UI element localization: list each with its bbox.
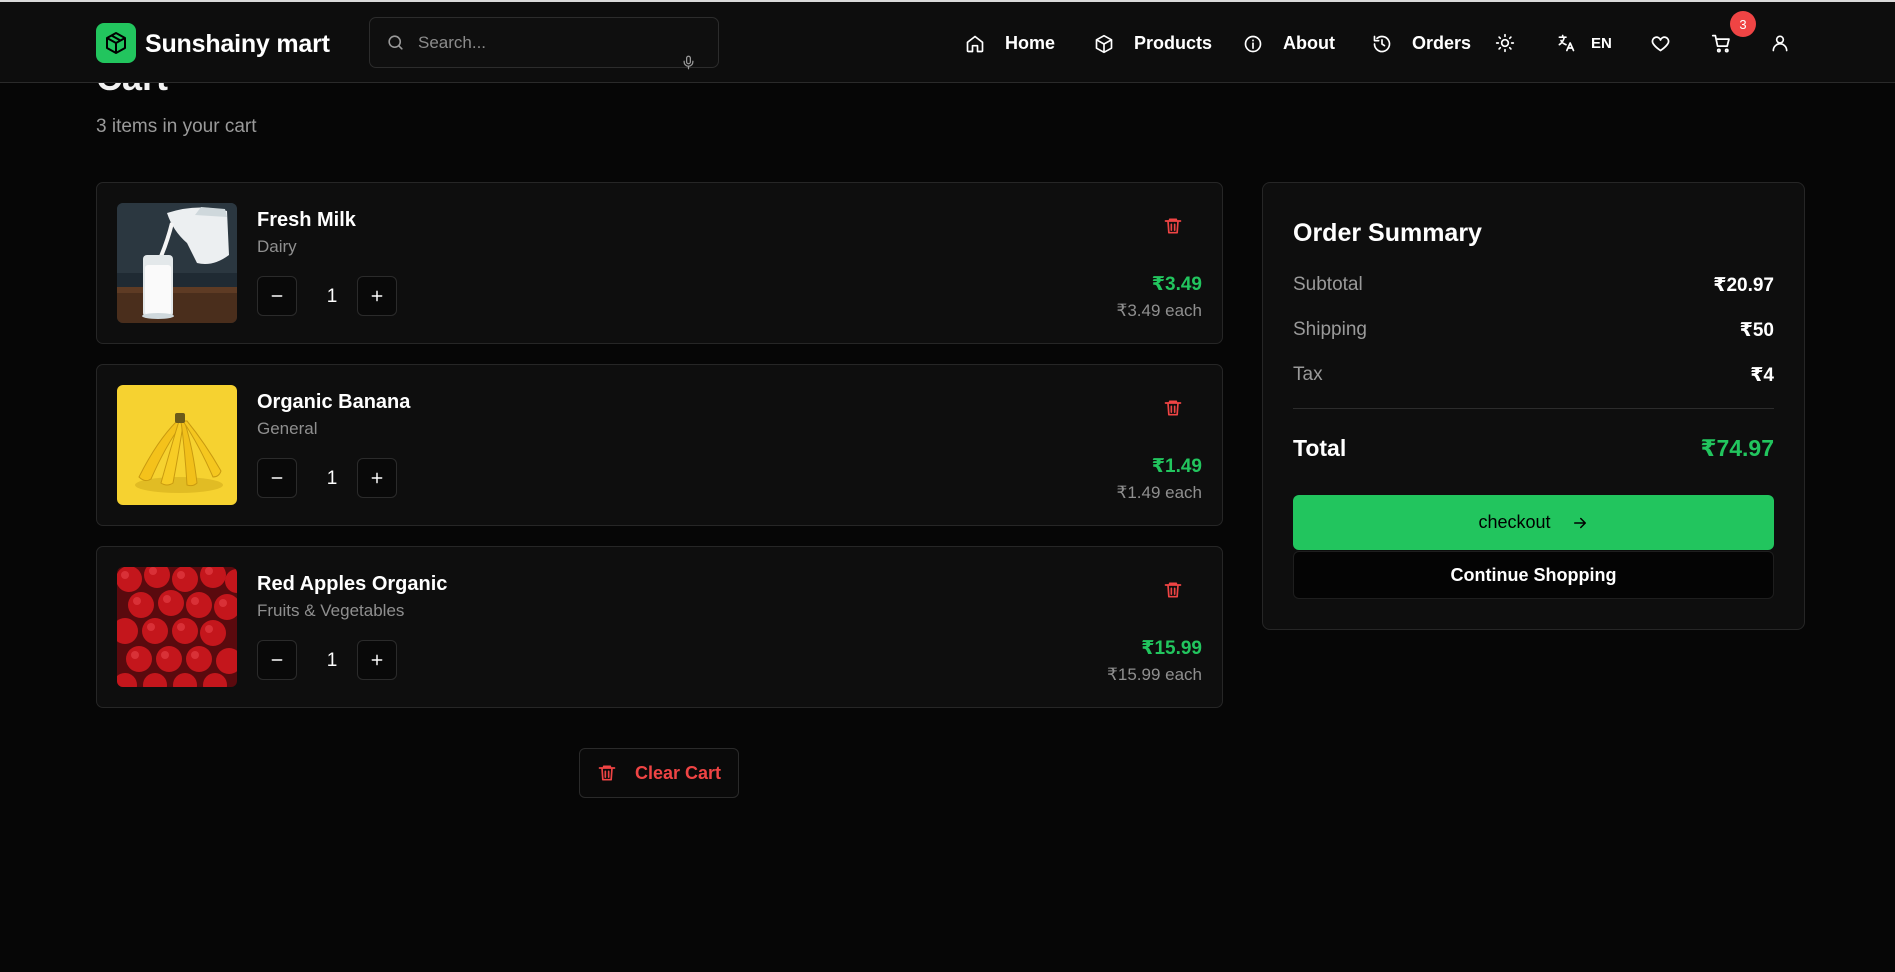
shipping-row: Shipping ₹50	[1293, 319, 1774, 342]
shipping-label: Shipping	[1293, 319, 1367, 340]
brand-name[interactable]: Sunshainy mart	[145, 30, 330, 59]
tax-value: ₹4	[1750, 365, 1774, 386]
nav-orders-label: Orders	[1412, 33, 1472, 53]
minus-icon	[271, 659, 283, 661]
product-image-banana[interactable]	[117, 385, 237, 505]
product-name[interactable]: Fresh Milk	[257, 209, 356, 232]
total-row: Total ₹74.97	[1293, 435, 1774, 462]
page-title: Cart	[96, 83, 216, 93]
order-summary-panel: Order Summary Subtotal ₹20.97 Shipping ₹…	[1262, 182, 1805, 630]
continue-shopping-button[interactable]: Continue Shopping	[1293, 551, 1774, 599]
cart-icon[interactable]	[1711, 33, 1732, 54]
plus-icon	[371, 290, 383, 302]
nav-products[interactable]: Products	[1094, 33, 1212, 54]
user-account-icon[interactable]	[1770, 33, 1790, 53]
shipping-value: ₹50	[1739, 320, 1774, 341]
total-label: Total	[1293, 435, 1347, 461]
cart-item-card: Organic Banana General 1 ₹1.49 ₹1.49 eac…	[96, 364, 1223, 526]
microphone-icon[interactable]	[681, 54, 696, 76]
nav-orders[interactable]: Orders	[1372, 33, 1471, 54]
quantity-value: 1	[326, 650, 338, 671]
language-switcher[interactable]: EN	[1556, 33, 1612, 53]
top-navbar: Sunshainy mart Home Products About	[0, 2, 1895, 83]
logo-icon[interactable]	[96, 23, 136, 63]
nav-about-label: About	[1283, 33, 1335, 53]
remove-item-trash-icon[interactable]	[1163, 216, 1183, 241]
item-unit-price: ₹15.99 each	[1107, 665, 1202, 684]
quantity-value: 1	[326, 468, 338, 489]
search-bar[interactable]	[369, 17, 719, 70]
nav-about[interactable]: About	[1243, 33, 1335, 54]
subtotal-row: Subtotal ₹20.97	[1293, 274, 1774, 297]
item-total-price: ₹1.49	[1151, 456, 1202, 477]
search-icon	[386, 33, 405, 57]
cart-count-badge: 3	[1730, 11, 1756, 37]
decrease-quantity-button[interactable]	[257, 276, 297, 316]
subtotal-value: ₹20.97	[1713, 275, 1774, 296]
plus-icon	[371, 654, 383, 666]
search-input[interactable]	[418, 30, 678, 56]
increase-quantity-button[interactable]	[357, 276, 397, 316]
decrease-quantity-button[interactable]	[257, 640, 297, 680]
increase-quantity-button[interactable]	[357, 640, 397, 680]
item-total-price: ₹15.99	[1141, 638, 1202, 659]
history-icon	[1373, 35, 1391, 52]
cart-item-card: Red Apples Organic Fruits & Vegetables 1…	[96, 546, 1223, 708]
minus-icon	[271, 295, 283, 297]
decrease-quantity-button[interactable]	[257, 458, 297, 498]
checkout-label: checkout	[1478, 512, 1551, 532]
nav-home-label: Home	[1005, 33, 1056, 53]
remove-item-trash-icon[interactable]	[1163, 580, 1183, 605]
item-unit-price: ₹1.49 each	[1116, 483, 1203, 502]
product-category: Fruits & Vegetables	[257, 601, 405, 620]
info-icon	[1244, 35, 1262, 52]
increase-quantity-button[interactable]	[357, 458, 397, 498]
arrow-right-icon	[1573, 517, 1586, 528]
tax-row: Tax ₹4	[1293, 364, 1774, 387]
checkout-button[interactable]: checkout	[1293, 495, 1774, 550]
trash-icon	[598, 765, 616, 781]
cart-item-card: Fresh Milk Dairy 1 ₹3.49 ₹3.49 each	[96, 182, 1223, 344]
language-label: EN	[1591, 34, 1612, 52]
product-name[interactable]: Organic Banana	[257, 391, 410, 414]
theme-toggle-sun-icon[interactable]	[1495, 33, 1515, 53]
nav-products-label: Products	[1134, 33, 1213, 53]
nav-home[interactable]: Home	[965, 33, 1055, 54]
wishlist-heart-icon[interactable]	[1650, 33, 1671, 54]
minus-icon	[271, 477, 283, 479]
tax-label: Tax	[1293, 364, 1323, 385]
remove-item-trash-icon[interactable]	[1163, 398, 1183, 423]
product-category: Dairy	[257, 237, 297, 256]
box-icon	[1095, 34, 1113, 53]
plus-icon	[371, 472, 383, 484]
item-total-price: ₹3.49	[1151, 274, 1202, 295]
cart-item-count: 3 items in your cart	[96, 116, 257, 137]
item-unit-price: ₹3.49 each	[1116, 301, 1203, 320]
order-summary-title: Order Summary	[1293, 219, 1482, 247]
product-image-apples[interactable]	[117, 567, 237, 687]
product-name[interactable]: Red Apples Organic	[257, 573, 447, 596]
product-category: General	[257, 419, 318, 438]
total-value: ₹74.97	[1700, 435, 1774, 461]
clear-cart-label: Clear Cart	[634, 762, 722, 783]
translate-icon	[1558, 34, 1575, 52]
quantity-value: 1	[326, 286, 338, 307]
home-icon	[966, 35, 984, 52]
summary-divider	[1293, 408, 1774, 409]
subtotal-label: Subtotal	[1293, 274, 1363, 295]
clear-cart-button[interactable]: Clear Cart	[579, 748, 739, 798]
product-image-milk[interactable]	[117, 203, 237, 323]
